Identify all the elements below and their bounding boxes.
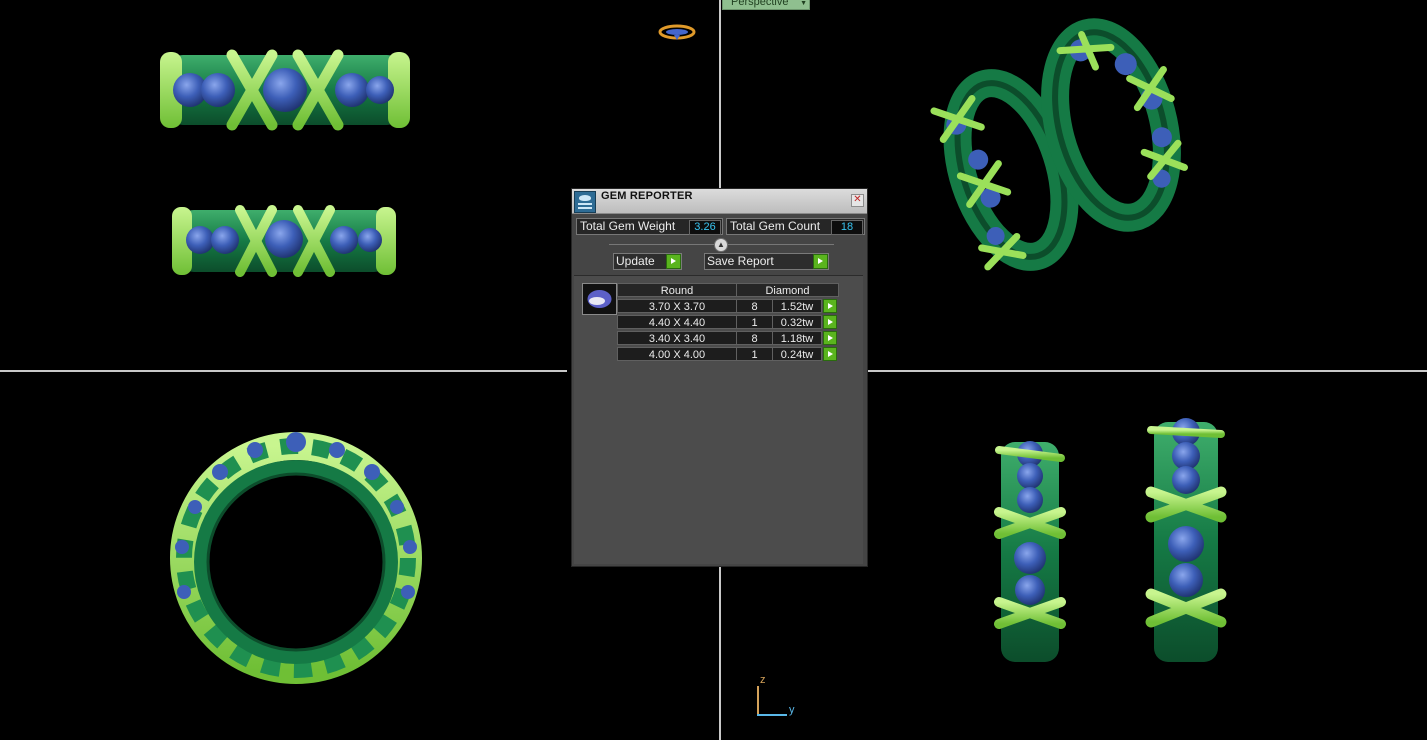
gem-size: 4.00 X 4.00 (617, 347, 737, 361)
total-gem-count-label: Total Gem Count (730, 219, 821, 233)
table-header-type: Diamond (736, 283, 839, 297)
gem-weight: 0.32tw (772, 315, 822, 329)
total-gem-weight-label: Total Gem Weight (580, 219, 676, 233)
play-arrow-icon[interactable] (823, 331, 837, 345)
play-arrow-icon[interactable] (666, 254, 681, 269)
viewport-label-text: Perspective (731, 0, 789, 8)
ring-2-front (172, 205, 396, 277)
axis-indicator: z y (752, 674, 802, 719)
ring-top-1 (994, 441, 1066, 662)
update-label: Update (616, 254, 655, 268)
gem-reporter-icon (574, 191, 596, 213)
gem-count: 1 (736, 347, 773, 361)
gem-weight: 1.52tw (772, 299, 822, 313)
gem-weight: 1.18tw (772, 331, 822, 345)
axis-z-line (757, 686, 759, 715)
axis-y-label: y (789, 704, 795, 716)
axis-z-label: z (760, 674, 766, 686)
ring-top-2 (1145, 418, 1227, 662)
axis-y-line (757, 714, 787, 716)
update-button[interactable]: Update (613, 253, 682, 270)
total-gem-count-field: Total Gem Count 18 (726, 218, 865, 235)
gem-list[interactable]: Round Diamond 3.70 X 3.70 8 1.52tw 4.40 … (574, 275, 863, 564)
table-header-shape: Round (617, 283, 737, 297)
gem-count: 8 (736, 331, 773, 345)
play-arrow-icon[interactable] (813, 254, 828, 269)
round-gem-thumbnail[interactable] (582, 283, 617, 315)
gem-size: 4.40 X 4.40 (617, 315, 737, 329)
gem-reporter-dialog[interactable]: GEM REPORTER ✕ Total Gem Weight 3.26 Tot… (571, 188, 868, 567)
save-report-button[interactable]: Save Report (704, 253, 829, 270)
viewport-label-perspective[interactable]: Perspective ▼ (722, 0, 810, 10)
total-gem-weight-value: 3.26 (689, 220, 721, 235)
dialog-title: GEM REPORTER (601, 190, 693, 202)
chevron-down-icon[interactable]: ▼ (800, 0, 807, 11)
play-arrow-icon[interactable] (823, 315, 837, 329)
total-gem-count-value: 18 (831, 220, 863, 235)
gem-size: 3.70 X 3.70 (617, 299, 737, 313)
ring-1-front (160, 49, 410, 131)
total-gem-weight-field: Total Gem Weight 3.26 (576, 218, 723, 235)
play-arrow-icon[interactable] (823, 347, 837, 361)
view-orbit-widget[interactable] (658, 23, 696, 41)
gem-size: 3.40 X 3.40 (617, 331, 737, 345)
gem-count: 8 (736, 299, 773, 313)
dialog-titlebar[interactable]: GEM REPORTER ✕ (572, 189, 867, 214)
close-icon[interactable]: ✕ (851, 194, 864, 207)
play-arrow-icon[interactable] (823, 299, 837, 313)
gem-count: 1 (736, 315, 773, 329)
save-report-label: Save Report (707, 254, 774, 268)
gem-weight: 0.24tw (772, 347, 822, 361)
slider-handle[interactable]: ▲ (714, 238, 728, 252)
